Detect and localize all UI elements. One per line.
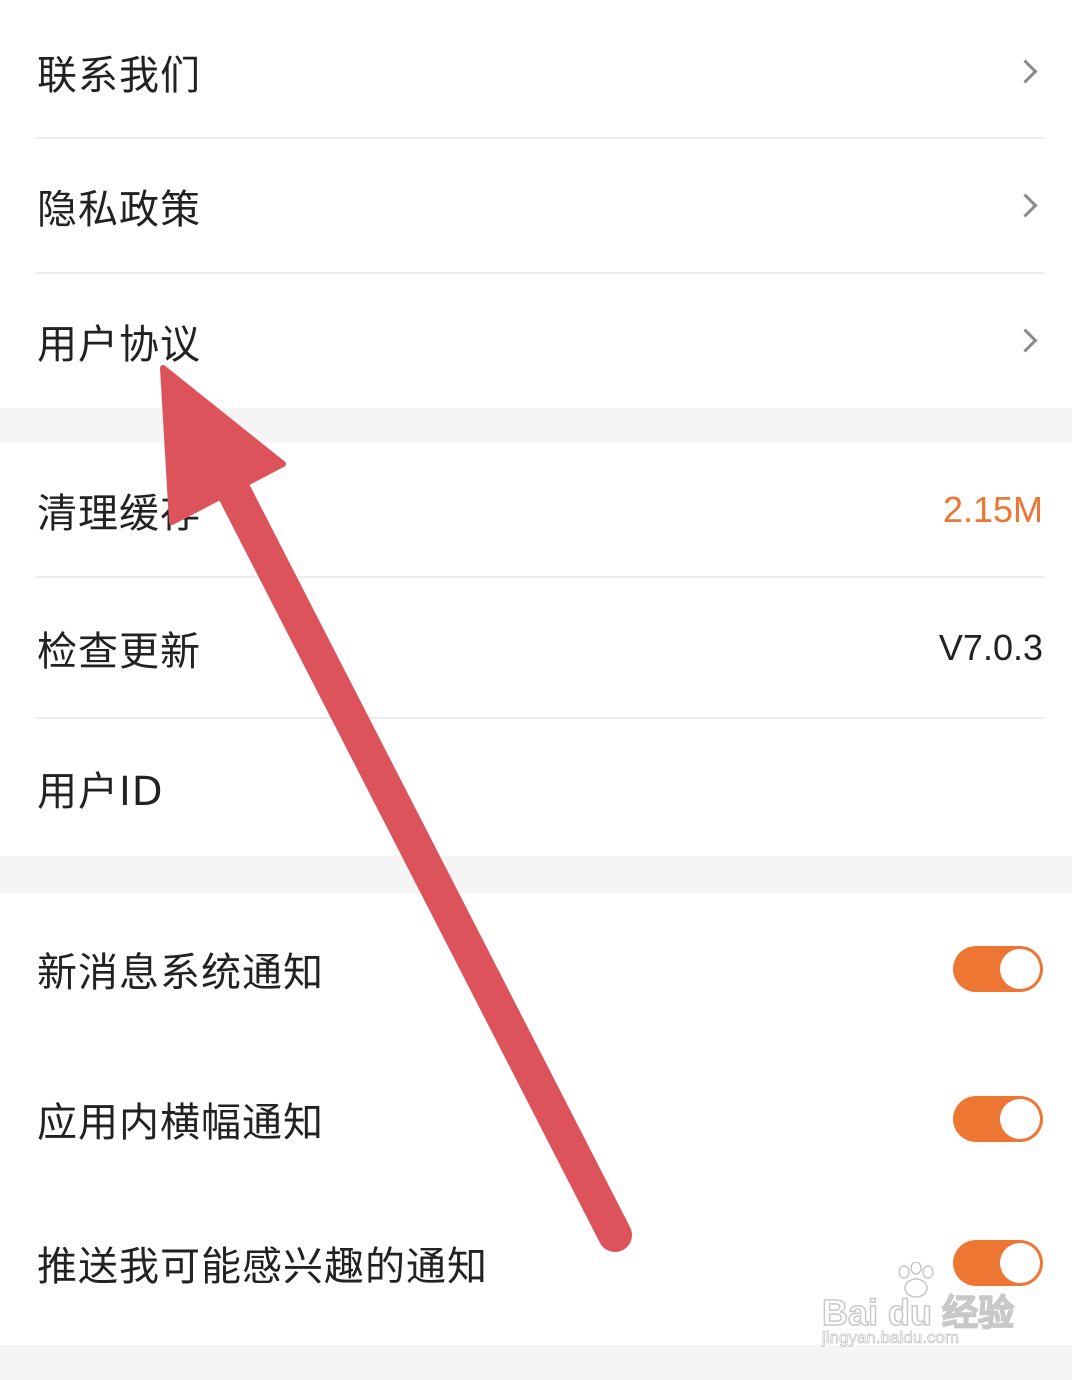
about-group: 联系我们 隐私政策 用户协议	[0, 0, 1072, 408]
chevron-right-icon	[1013, 328, 1038, 353]
toggle-knob	[1000, 949, 1040, 989]
system-notification-row: 新消息系统通知	[0, 893, 1072, 1045]
contact-us-label: 联系我们	[37, 52, 201, 99]
contact-us-row[interactable]: 联系我们	[0, 5, 1072, 138]
user-agreement-row[interactable]: 用户协议	[0, 274, 1072, 408]
banner-notification-row: 应用内横幅通知	[0, 1045, 1072, 1193]
interest-notification-row: 推送我可能感兴趣的通知	[0, 1193, 1072, 1333]
interest-notification-toggle[interactable]	[953, 1240, 1043, 1286]
app-group: 清理缓存 2.15M 检查更新 V7.0.3 用户ID	[0, 443, 1072, 856]
system-notification-label: 新消息系统通知	[37, 950, 324, 996]
system-notification-toggle[interactable]	[953, 946, 1043, 992]
check-update-label: 检查更新	[37, 628, 201, 675]
notifications-group: 新消息系统通知 应用内横幅通知 推送我可能感兴趣的通知	[0, 893, 1072, 1345]
banner-notification-label: 应用内横幅通知	[37, 1100, 324, 1146]
chevron-right-icon	[1013, 192, 1038, 218]
user-id-label: 用户ID	[37, 768, 164, 815]
clear-cache-row[interactable]: 清理缓存 2.15M	[0, 443, 1072, 576]
banner-notification-toggle[interactable]	[953, 1096, 1043, 1142]
cache-size-value: 2.15M	[942, 488, 1043, 530]
user-id-row[interactable]: 用户ID	[0, 719, 1072, 856]
user-agreement-label: 用户协议	[37, 322, 201, 368]
privacy-policy-label: 隐私政策	[37, 186, 201, 233]
clear-cache-label: 清理缓存	[37, 490, 201, 537]
settings-screen: 联系我们 隐私政策 用户协议 清理缓存 2.15M 检查更新 V7.0.3 用户…	[0, 0, 1072, 1380]
version-value: V7.0.3	[938, 626, 1043, 668]
interest-notification-label: 推送我可能感兴趣的通知	[37, 1244, 488, 1290]
privacy-policy-row[interactable]: 隐私政策	[0, 139, 1072, 272]
check-update-row[interactable]: 检查更新 V7.0.3	[0, 578, 1072, 717]
toggle-knob	[1000, 1099, 1040, 1139]
toggle-knob	[1000, 1243, 1040, 1283]
chevron-right-icon	[1013, 58, 1038, 84]
